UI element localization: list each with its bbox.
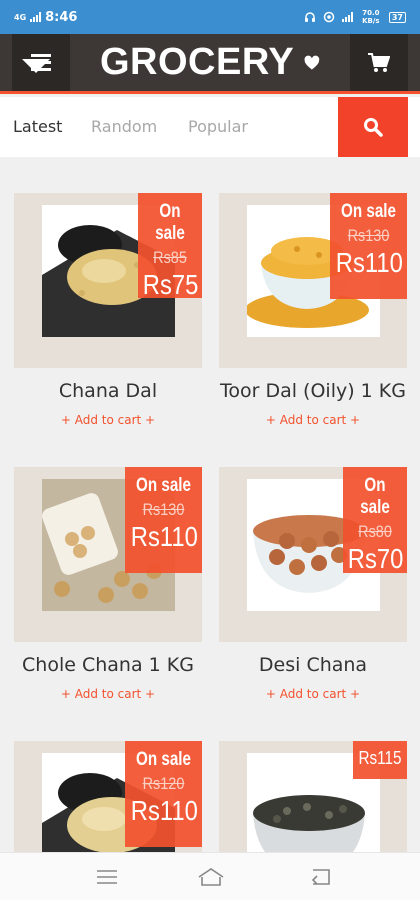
old-price: Rs130 xyxy=(347,226,390,245)
old-price: Rs85 xyxy=(153,248,187,267)
product-name[interactable]: Toor Dal (Oily) 1 KG xyxy=(209,380,417,402)
sale-badge: On sale Rs85 Rs75 xyxy=(138,193,202,300)
shopping-cart-icon xyxy=(368,52,390,72)
tab-popular[interactable]: Popular xyxy=(188,117,248,136)
sale-price: Rs75 xyxy=(142,269,199,300)
on-sale-label: On sale xyxy=(360,475,390,518)
data-saver-icon xyxy=(323,11,335,23)
product-image-frame: On sale Rs130 Rs110 xyxy=(14,467,202,642)
clock: 8:46 xyxy=(45,9,78,25)
product-name[interactable]: Chole Chana 1 KG xyxy=(4,654,212,676)
tab-random[interactable]: Random xyxy=(91,117,157,136)
on-sale-label: On sale xyxy=(155,201,185,244)
cart-button[interactable] xyxy=(350,34,408,91)
sale-badge: On sale Rs130 Rs110 xyxy=(125,467,202,573)
system-nav-bar xyxy=(0,852,420,900)
sale-price: Rs110 xyxy=(130,521,198,552)
add-to-cart-link[interactable]: + Add to cart + xyxy=(14,413,202,427)
sale-price: Rs110 xyxy=(130,795,198,826)
status-bar: 4G 8:46 70.0 KB/s 37 xyxy=(0,0,420,34)
app-title: GROCERY xyxy=(100,41,295,83)
on-sale-label: On sale xyxy=(136,749,191,770)
product-name[interactable]: Chana Dal xyxy=(4,380,212,402)
tab-latest[interactable]: Latest xyxy=(13,117,62,136)
brand: GROCERY xyxy=(100,34,320,91)
status-left: 4G 8:46 xyxy=(14,10,77,25)
search-icon xyxy=(364,118,383,137)
sale-price: Rs70 xyxy=(347,543,404,574)
heart-icon xyxy=(304,55,320,70)
product-image-frame: On sale Rs130 Rs110 xyxy=(219,193,407,368)
home-button[interactable] xyxy=(176,853,246,900)
add-to-cart-link[interactable]: + Add to cart + xyxy=(219,413,407,427)
old-price: Rs120 xyxy=(142,774,185,793)
signal-icon xyxy=(30,12,42,22)
product-name[interactable]: Desi Chana xyxy=(209,654,417,676)
sale-badge: On sale Rs80 Rs70 xyxy=(343,467,407,574)
product-image-frame: On sale Rs85 Rs75 xyxy=(14,193,202,368)
status-right: 70.0 KB/s 37 xyxy=(304,9,406,25)
network-type: 4G xyxy=(14,12,27,22)
price-badge: Rs115 xyxy=(353,741,407,779)
battery-level: 37 xyxy=(391,12,403,22)
add-to-cart-link[interactable]: + Add to cart + xyxy=(14,687,202,701)
old-price: Rs80 xyxy=(358,522,392,541)
app-header: GROCERY xyxy=(0,34,420,94)
home-icon xyxy=(198,868,224,886)
back-button[interactable] xyxy=(285,853,355,900)
sale-price: Rs110 xyxy=(335,247,403,278)
recent-apps-icon xyxy=(97,870,117,884)
active-tab-pointer xyxy=(22,59,50,73)
search-button[interactable] xyxy=(338,97,408,157)
back-icon xyxy=(311,869,330,885)
tab-bar: Latest Random Popular xyxy=(0,97,420,157)
wifi-signal-icon xyxy=(341,12,353,22)
network-speed: 70.0 KB/s xyxy=(362,9,380,25)
price: Rs115 xyxy=(358,748,402,768)
product-image-frame: On sale Rs80 Rs70 xyxy=(219,467,407,642)
recent-apps-button[interactable] xyxy=(72,853,142,900)
headphones-icon xyxy=(304,12,315,22)
add-to-cart-link[interactable]: + Add to cart + xyxy=(219,687,407,701)
old-price: Rs130 xyxy=(142,500,185,519)
sale-badge: On sale Rs130 Rs110 xyxy=(330,193,407,299)
battery-icon: 37 xyxy=(388,11,406,23)
on-sale-label: On sale xyxy=(341,201,396,222)
sale-badge: On sale Rs120 Rs110 xyxy=(125,741,202,847)
on-sale-label: On sale xyxy=(136,475,191,496)
